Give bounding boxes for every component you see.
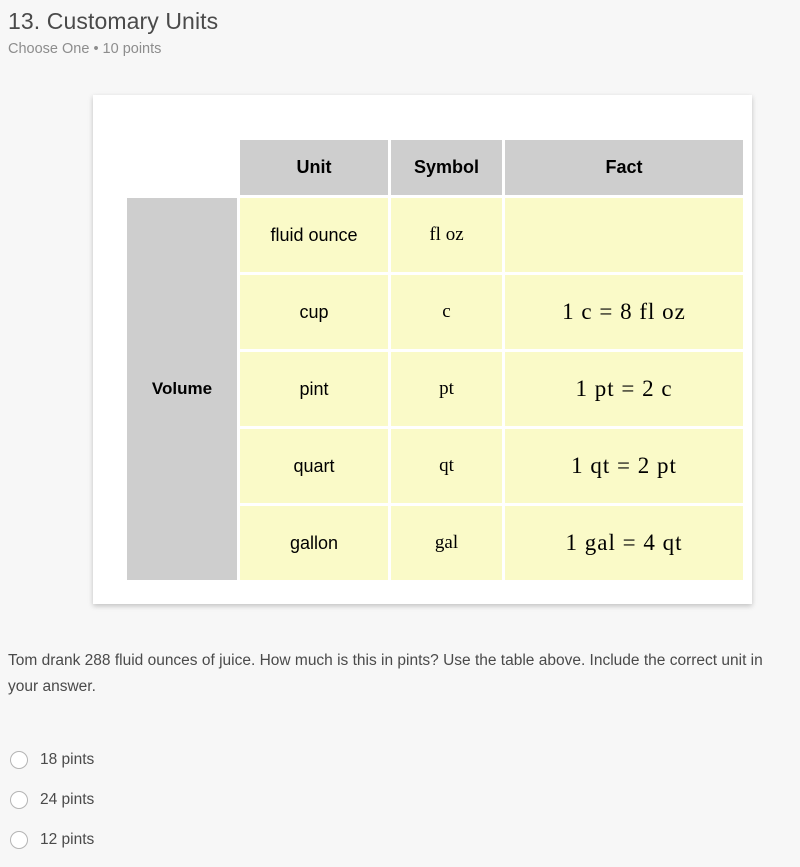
question-prompt: Tom drank 288 fluid ounces of juice. How… (8, 652, 763, 695)
cell-unit: gallon (240, 506, 388, 580)
cell-symbol: qt (391, 429, 502, 503)
option-label: 18 pints (40, 751, 95, 768)
option-label: 24 pints (40, 791, 95, 808)
customary-units-table: Unit Symbol Fact Volume fluid ounce fl o… (124, 137, 746, 583)
cell-unit: cup (240, 275, 388, 349)
radio-button-icon[interactable] (10, 831, 28, 849)
radio-button-icon[interactable] (10, 791, 28, 809)
cell-unit: quart (240, 429, 388, 503)
cell-fact: 1 c = 8 fl oz (505, 275, 743, 349)
cell-fact: 1 qt = 2 pt (505, 429, 743, 503)
cell-symbol: fl oz (391, 198, 502, 272)
reference-table-card: Unit Symbol Fact Volume fluid ounce fl o… (93, 95, 752, 604)
cell-unit: fluid ounce (240, 198, 388, 272)
question-page: 13. Customary Units Choose One • 10 poin… (0, 0, 800, 867)
radio-button-icon[interactable] (10, 751, 28, 769)
cell-symbol: c (391, 275, 502, 349)
column-header-unit: Unit (240, 140, 388, 195)
page-title: 13. Customary Units (8, 8, 219, 34)
table-body: Unit Symbol Fact Volume fluid ounce fl o… (127, 140, 743, 580)
question-header: 13. Customary Units Choose One • 10 poin… (0, 0, 800, 59)
table-header-row: Unit Symbol Fact (127, 140, 743, 195)
cell-fact: 1 gal = 4 qt (505, 506, 743, 580)
table-row: Volume fluid ounce fl oz (127, 198, 743, 580)
option-row[interactable]: 18 pints (10, 740, 510, 780)
option-label: 12 pints (40, 831, 95, 848)
cell-symbol: gal (391, 506, 502, 580)
cell-symbol: pt (391, 352, 502, 426)
option-row[interactable]: 12 pints (10, 820, 510, 860)
option-row[interactable]: 24 pints (10, 780, 510, 820)
cell-unit: pint (240, 352, 388, 426)
answer-options: 18 pints 24 pints 12 pints (10, 740, 510, 860)
column-header-fact: Fact (505, 140, 743, 195)
table-corner-cell (127, 140, 237, 195)
row-group-label-volume: Volume (127, 198, 237, 580)
cell-fact: 1 pt = 2 c (505, 352, 743, 426)
question-meta: Choose One • 10 points (8, 41, 162, 57)
column-header-symbol: Symbol (391, 140, 502, 195)
cell-fact (505, 198, 743, 272)
